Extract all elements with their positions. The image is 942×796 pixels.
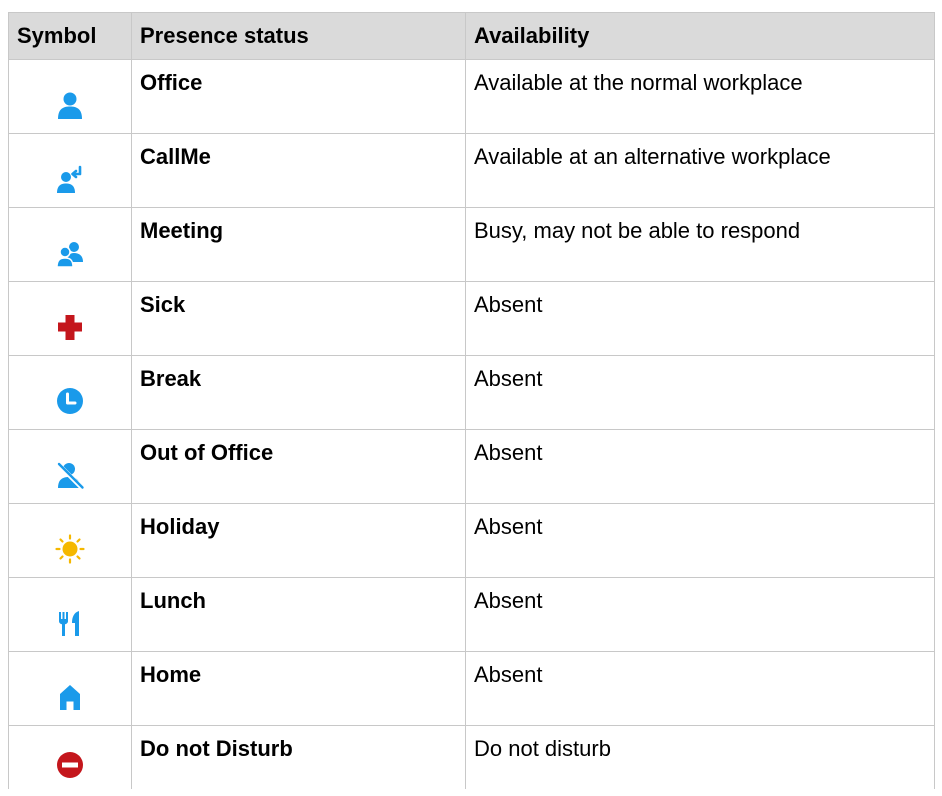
status-label: Lunch (131, 577, 466, 652)
meeting-icon (55, 238, 85, 268)
table-row: Office Available at the normal workplace (8, 59, 935, 134)
person-crossed-icon (55, 460, 85, 490)
symbol-cell (8, 577, 132, 652)
table-row: Meeting Busy, may not be able to respond (8, 207, 935, 282)
header-presence-status: Presence status (131, 12, 466, 60)
symbol-cell (8, 207, 132, 282)
header-availability: Availability (465, 12, 935, 60)
header-row: Symbol Presence status Availability (8, 12, 935, 60)
red-cross-icon (55, 312, 85, 342)
house-icon (55, 682, 85, 712)
table-row: Home Absent (8, 651, 935, 726)
status-label: Break (131, 355, 466, 430)
availability-text: Absent (465, 577, 935, 652)
callme-icon (55, 164, 85, 194)
no-entry-icon (55, 750, 85, 780)
table-row: CallMe Available at an alternative workp… (8, 133, 935, 208)
availability-text: Absent (465, 651, 935, 726)
symbol-cell (8, 651, 132, 726)
status-label: Holiday (131, 503, 466, 578)
cutlery-icon (55, 608, 85, 638)
status-label: Office (131, 59, 466, 134)
status-label: Sick (131, 281, 466, 356)
person-icon (55, 90, 85, 120)
symbol-cell (8, 725, 132, 789)
table-row: Lunch Absent (8, 577, 935, 652)
sun-icon (55, 533, 85, 564)
availability-text: Available at an alternative workplace (465, 133, 935, 208)
availability-text: Do not disturb (465, 725, 935, 789)
table-row: Holiday Absent (8, 503, 935, 578)
presence-status-table: Symbol Presence status Availability Offi… (8, 12, 935, 789)
symbol-cell (8, 429, 132, 504)
availability-text: Available at the normal workplace (465, 59, 935, 134)
availability-text: Absent (465, 281, 935, 356)
availability-text: Absent (465, 429, 935, 504)
status-label: Meeting (131, 207, 466, 282)
status-label: Do not Disturb (131, 725, 466, 789)
status-label: CallMe (131, 133, 466, 208)
table-row: Do not Disturb Do not disturb (8, 725, 935, 789)
clock-icon (55, 386, 85, 416)
availability-text: Absent (465, 355, 935, 430)
symbol-cell (8, 503, 132, 578)
availability-text: Busy, may not be able to respond (465, 207, 935, 282)
status-label: Home (131, 651, 466, 726)
symbol-cell (8, 59, 132, 134)
symbol-cell (8, 133, 132, 208)
availability-text: Absent (465, 503, 935, 578)
table-row: Break Absent (8, 355, 935, 430)
table-row: Out of Office Absent (8, 429, 935, 504)
header-symbol: Symbol (8, 12, 132, 60)
symbol-cell (8, 355, 132, 430)
table-row: Sick Absent (8, 281, 935, 356)
status-label: Out of Office (131, 429, 466, 504)
symbol-cell (8, 281, 132, 356)
